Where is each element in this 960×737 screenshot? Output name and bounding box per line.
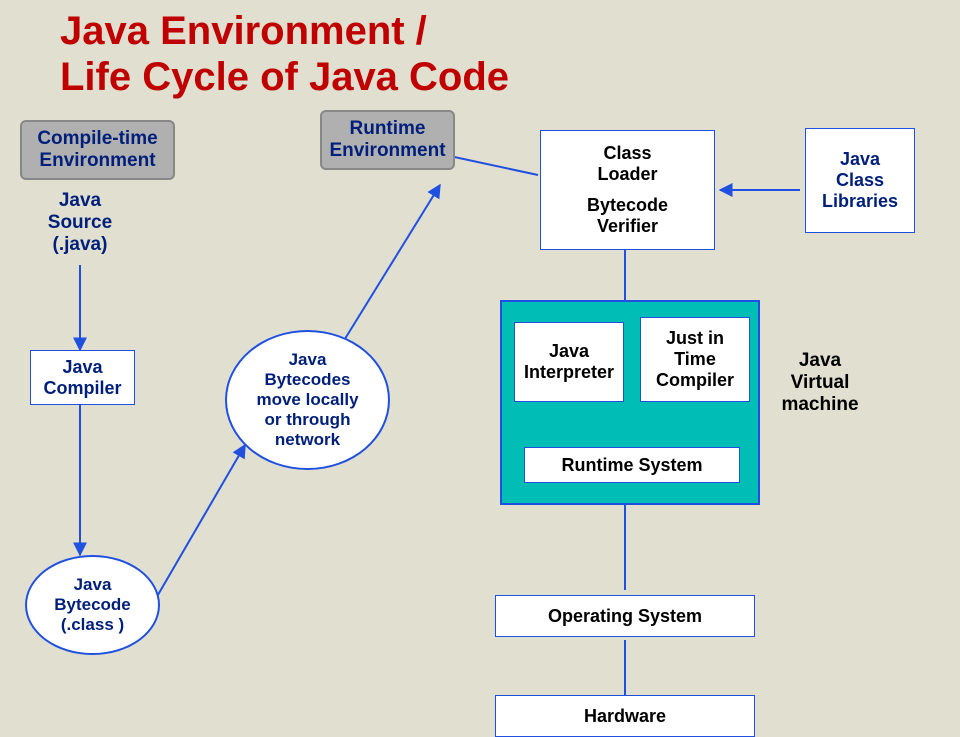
class-loader-verifier-box: Class Loader Bytecode Verifier (540, 130, 715, 250)
interpreter-box: Java Interpreter (514, 322, 624, 402)
jvm-label: Java Virtual machine (775, 350, 865, 416)
hardware-box: Hardware (495, 695, 755, 737)
runtime-system-box: Runtime System (524, 447, 740, 483)
bytecode-verifier-label: Bytecode Verifier (587, 195, 668, 237)
java-bytecode-ellipse: Java Bytecode (.class ) (25, 555, 160, 655)
jvm-box: Java Interpreter Just in Time Compiler R… (500, 300, 760, 505)
jit-compiler-box: Just in Time Compiler (640, 317, 750, 402)
compile-time-env-box: Compile-time Environment (20, 120, 175, 180)
runtime-env-box: Runtime Environment (320, 110, 455, 170)
class-libraries-box: Java Class Libraries (805, 128, 915, 233)
title-line-2: Life Cycle of Java Code (60, 54, 509, 100)
title-line-1: Java Environment / (60, 8, 509, 54)
class-loader-label: Class Loader (597, 143, 657, 185)
diagram-title: Java Environment / Life Cycle of Java Co… (60, 8, 509, 100)
java-source-label: Java Source (.java) (40, 190, 120, 256)
operating-system-box: Operating System (495, 595, 755, 637)
bytecodes-move-ellipse: Java Bytecodes move locally or through n… (225, 330, 390, 470)
java-compiler-box: Java Compiler (30, 350, 135, 405)
